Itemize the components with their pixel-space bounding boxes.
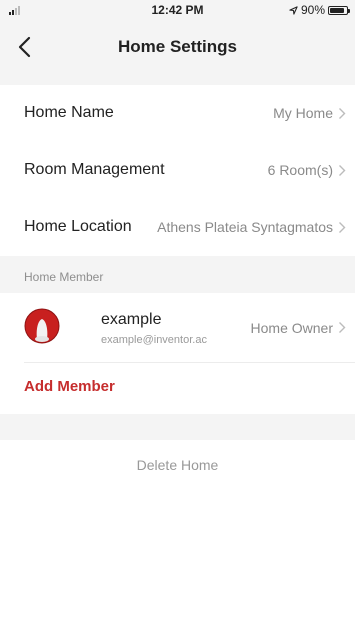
room-management-label: Room Management <box>24 161 165 178</box>
chevron-right-icon <box>339 322 346 333</box>
home-member-header: Home Member <box>24 270 104 284</box>
home-settings-card: Home Name My Home Room Management 6 Room… <box>0 85 355 256</box>
battery-status: 90% <box>289 3 350 17</box>
bottom-panel <box>0 490 355 635</box>
page-title: Home Settings <box>117 37 238 56</box>
home-name-label: Home Name <box>24 104 114 121</box>
home-name-row[interactable]: Home Name My Home <box>0 85 355 141</box>
home-location-row[interactable]: Home Location Athens Plateia Syntagmatos <box>0 199 355 255</box>
add-member-button[interactable]: Add Member <box>24 378 115 395</box>
battery-icon <box>328 5 350 15</box>
member-role: Home Owner <box>250 320 333 336</box>
home-location-value: Athens Plateia Syntagmatos <box>157 219 333 235</box>
delete-home-button[interactable]: Delete Home <box>0 457 355 473</box>
room-count-value: 6 Room(s) <box>267 162 333 178</box>
avatar-icon <box>24 308 60 344</box>
chevron-right-icon <box>339 165 346 176</box>
chevron-right-icon <box>339 108 346 119</box>
home-location-label: Home Location <box>24 218 132 235</box>
room-management-row[interactable]: Room Management 6 Room(s) <box>0 142 355 198</box>
home-name-value: My Home <box>273 105 333 121</box>
location-arrow-icon <box>289 5 298 15</box>
nav-bar: Home Settings <box>0 22 355 72</box>
chevron-left-icon[interactable] <box>14 34 38 60</box>
divider <box>24 362 355 363</box>
member-email: example@inventor.ac <box>101 334 207 346</box>
member-name: example <box>101 311 162 328</box>
chevron-right-icon <box>339 222 346 233</box>
battery-percent: 90% <box>300 3 325 17</box>
battery-fill <box>330 7 345 13</box>
status-bar: 12:42 PM 90% <box>0 0 355 20</box>
